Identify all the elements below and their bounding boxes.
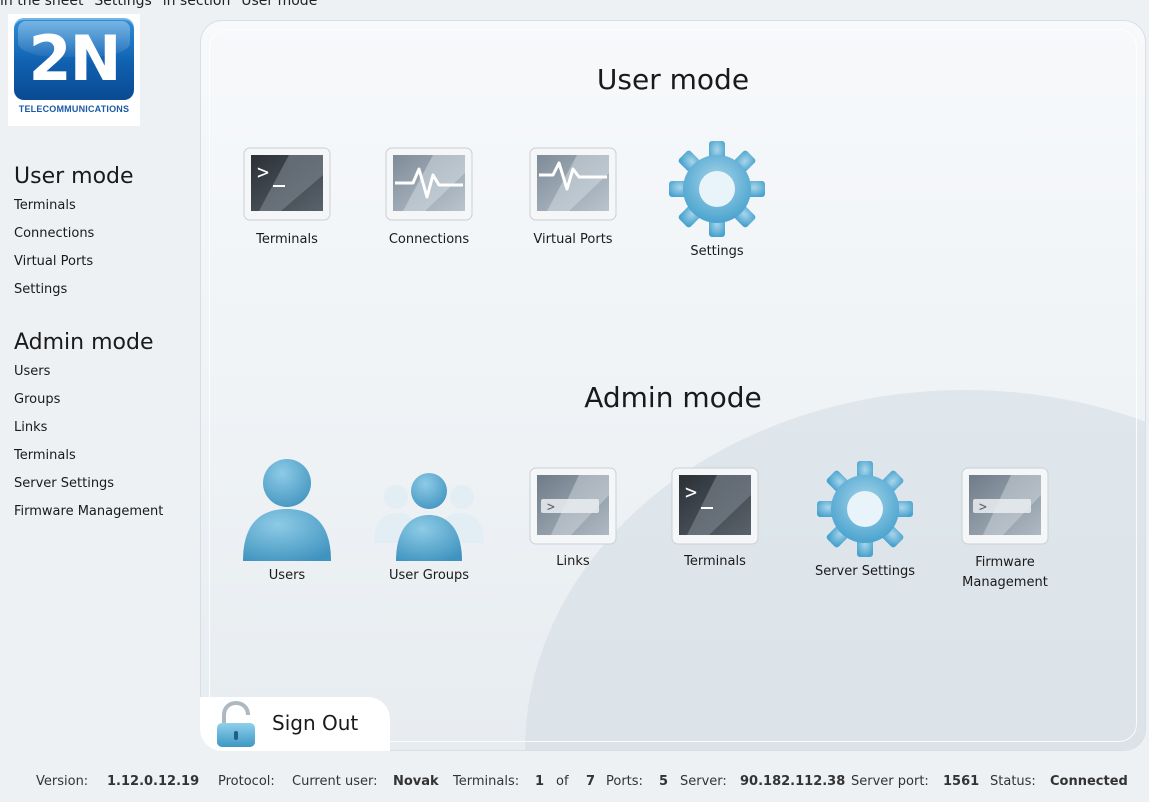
svg-text:>: > (979, 500, 987, 515)
user-mode-title: User mode (596, 63, 750, 96)
terminal-icon: > (243, 147, 331, 221)
svg-text:>: > (547, 500, 555, 515)
gear-icon (669, 141, 765, 237)
ports-label: Ports: (606, 774, 643, 789)
sidebar-item-firmware-management[interactable]: Firmware Management (14, 498, 200, 526)
tile-links[interactable]: > Links (513, 465, 633, 571)
sidebar-admin-section: Admin mode Users Groups Links Terminals … (0, 328, 200, 526)
tile-links-label: Links (556, 554, 590, 569)
tile-terminals-label: Terminals (256, 232, 318, 247)
terminals-of-label: of (556, 774, 569, 789)
tile-firmware-management-label: Firmware Management (945, 553, 1065, 593)
sidebar-user-section: User mode Terminals Connections Virtual … (0, 162, 200, 304)
main-panel: User mode > Terminals Connections Virtua… (200, 20, 1146, 751)
svg-text:>: > (257, 160, 269, 184)
sidebar-item-connections[interactable]: Connections (14, 220, 200, 248)
connection-status-value: Connected (1050, 774, 1128, 789)
status-bar: Version: 1.12.0.12.19 Protocol: Current … (0, 774, 1149, 796)
ports-value: 5 (659, 774, 669, 789)
sidebar-item-users[interactable]: Users (14, 358, 200, 386)
logo-mark: 2N (28, 22, 121, 95)
version-label: Version: (36, 774, 89, 789)
tile-settings-label: Settings (690, 244, 744, 259)
user-icon (243, 459, 331, 561)
brand-logo: 2N TELECOMMUNICATIONS (8, 14, 140, 126)
sidebar-heading-user-mode: User mode (14, 164, 134, 189)
tile-virtual-ports-label: Virtual Ports (533, 232, 613, 247)
server-port-value: 1561 (943, 774, 980, 789)
server-value: 90.182.112.38 (740, 774, 846, 789)
terminals-total: 7 (586, 774, 596, 789)
terminal-icon: > (671, 467, 759, 545)
server-label: Server: (680, 774, 727, 789)
sidebar: User mode Terminals Connections Virtual … (0, 130, 200, 750)
tile-settings[interactable]: Settings (657, 137, 777, 261)
sidebar-item-groups[interactable]: Groups (14, 386, 200, 414)
tile-users[interactable]: Users (227, 455, 347, 585)
terminals-label: Terminals: (453, 774, 520, 789)
tile-firmware-label-line1: Firmware (975, 555, 1035, 570)
firmware-console-icon: > (961, 467, 1049, 545)
virtual-port-pulse-icon (529, 147, 617, 221)
tile-connections-label: Connections (388, 232, 470, 247)
connection-pulse-icon (385, 147, 473, 221)
tile-server-settings[interactable]: Server Settings (805, 457, 925, 581)
tile-admin-terminals-label: Terminals (684, 554, 746, 569)
tile-firmware-management[interactable]: > Firmware Management (945, 465, 1065, 593)
sidebar-item-settings[interactable]: Settings (14, 276, 200, 304)
logo-subtitle: TELECOMMUNICATIONS (18, 104, 130, 114)
terminals-count: 1 (535, 774, 545, 789)
unlocked-padlock-icon (217, 701, 255, 747)
sidebar-item-virtual-ports[interactable]: Virtual Ports (14, 248, 200, 276)
link-console-icon: > (529, 467, 617, 545)
tile-connections[interactable]: Connections (369, 145, 489, 249)
caption-text: in the sheet "Settings" in section "User… (0, 0, 324, 9)
server-port-label: Server port: (851, 774, 929, 789)
sign-out-label: Sign Out (272, 711, 359, 735)
current-user-value: Novak (393, 774, 439, 789)
connection-status-label: Status: (990, 774, 1036, 789)
admin-mode-title: Admin mode (584, 381, 762, 414)
tile-user-groups[interactable]: User Groups (369, 469, 489, 585)
logo-badge: 2N (14, 18, 134, 100)
gear-icon (817, 461, 913, 557)
tile-terminals[interactable]: > Terminals (227, 145, 347, 249)
current-user-label: Current user: (292, 774, 378, 789)
svg-text:>: > (685, 480, 697, 504)
tile-virtual-ports[interactable]: Virtual Ports (513, 145, 633, 249)
sidebar-item-links[interactable]: Links (14, 414, 200, 442)
sidebar-item-terminals[interactable]: Terminals (14, 192, 200, 220)
tile-admin-terminals[interactable]: > Terminals (655, 465, 775, 571)
sign-out-button[interactable]: Sign Out (200, 697, 390, 751)
sidebar-item-server-settings[interactable]: Server Settings (14, 470, 200, 498)
tile-server-settings-label: Server Settings (814, 564, 916, 579)
sidebar-heading-admin-mode: Admin mode (14, 330, 154, 355)
version-value: 1.12.0.12.19 (107, 774, 200, 789)
tile-users-label: Users (268, 568, 306, 583)
user-group-icon (374, 473, 484, 561)
tile-user-groups-label: User Groups (388, 568, 470, 583)
tile-firmware-label-line2: Management (962, 575, 1048, 590)
protocol-label: Protocol: (218, 774, 275, 789)
sidebar-item-admin-terminals[interactable]: Terminals (14, 442, 200, 470)
